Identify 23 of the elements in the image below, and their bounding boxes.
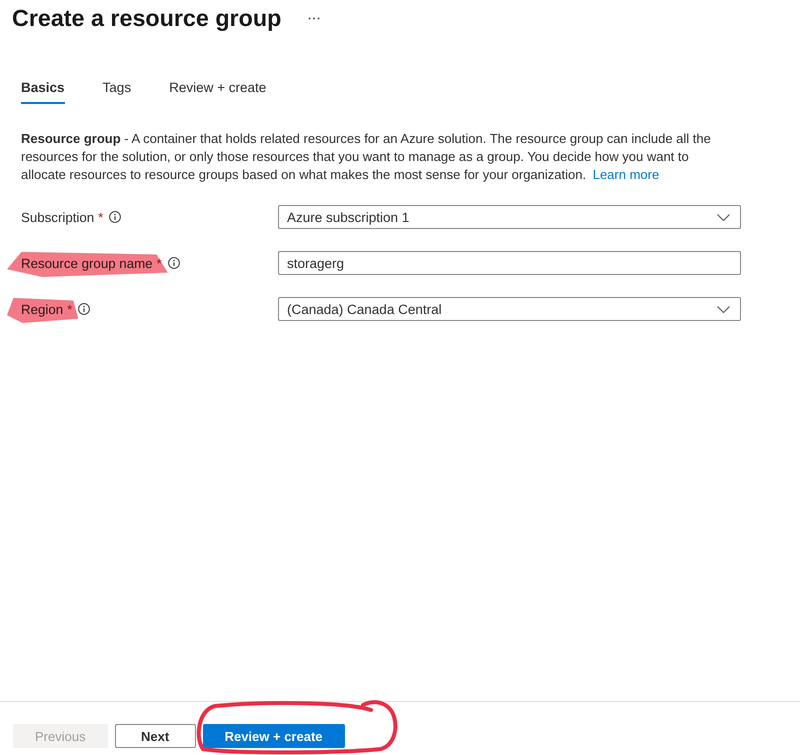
secondary-button[interactable]: Next (114, 724, 196, 748)
primary-button[interactable]: Review + create (202, 724, 345, 748)
info-icon[interactable] (78, 303, 90, 315)
more-options-icon[interactable] (308, 16, 320, 20)
tab[interactable]: Tags (102, 78, 132, 104)
page-title: Create a resource group (12, 4, 282, 33)
tab[interactable]: Review + create (169, 78, 266, 104)
description-text: Resource group - A container that holds related resources for an Azure solution. The resource group can include all the resources for the solution, or only those resources that you want to manage as a group. You decide how you want to allocate resources to resource groups based on what makes the most sense for your organization. Learn more (21, 130, 712, 184)
field-label: Region (21, 302, 64, 316)
tab[interactable]: Basics (21, 78, 65, 104)
chevron-down-icon (717, 306, 730, 312)
field-label: Resource group name (21, 256, 153, 270)
required-asterisk: * (156, 256, 162, 270)
required-asterisk: * (67, 302, 72, 316)
text-field[interactable]: storagerg (278, 251, 741, 275)
chevron-down-icon (717, 214, 730, 220)
learn-more-link[interactable]: Learn more (592, 167, 660, 182)
info-icon[interactable] (168, 257, 180, 269)
field-label: Subscription (21, 210, 94, 224)
dropdown-field[interactable]: (Canada) Canada Central (278, 297, 741, 321)
info-icon[interactable] (109, 211, 122, 223)
dropdown-field[interactable]: Azure subscription 1 (278, 205, 741, 229)
required-asterisk: * (98, 210, 104, 224)
